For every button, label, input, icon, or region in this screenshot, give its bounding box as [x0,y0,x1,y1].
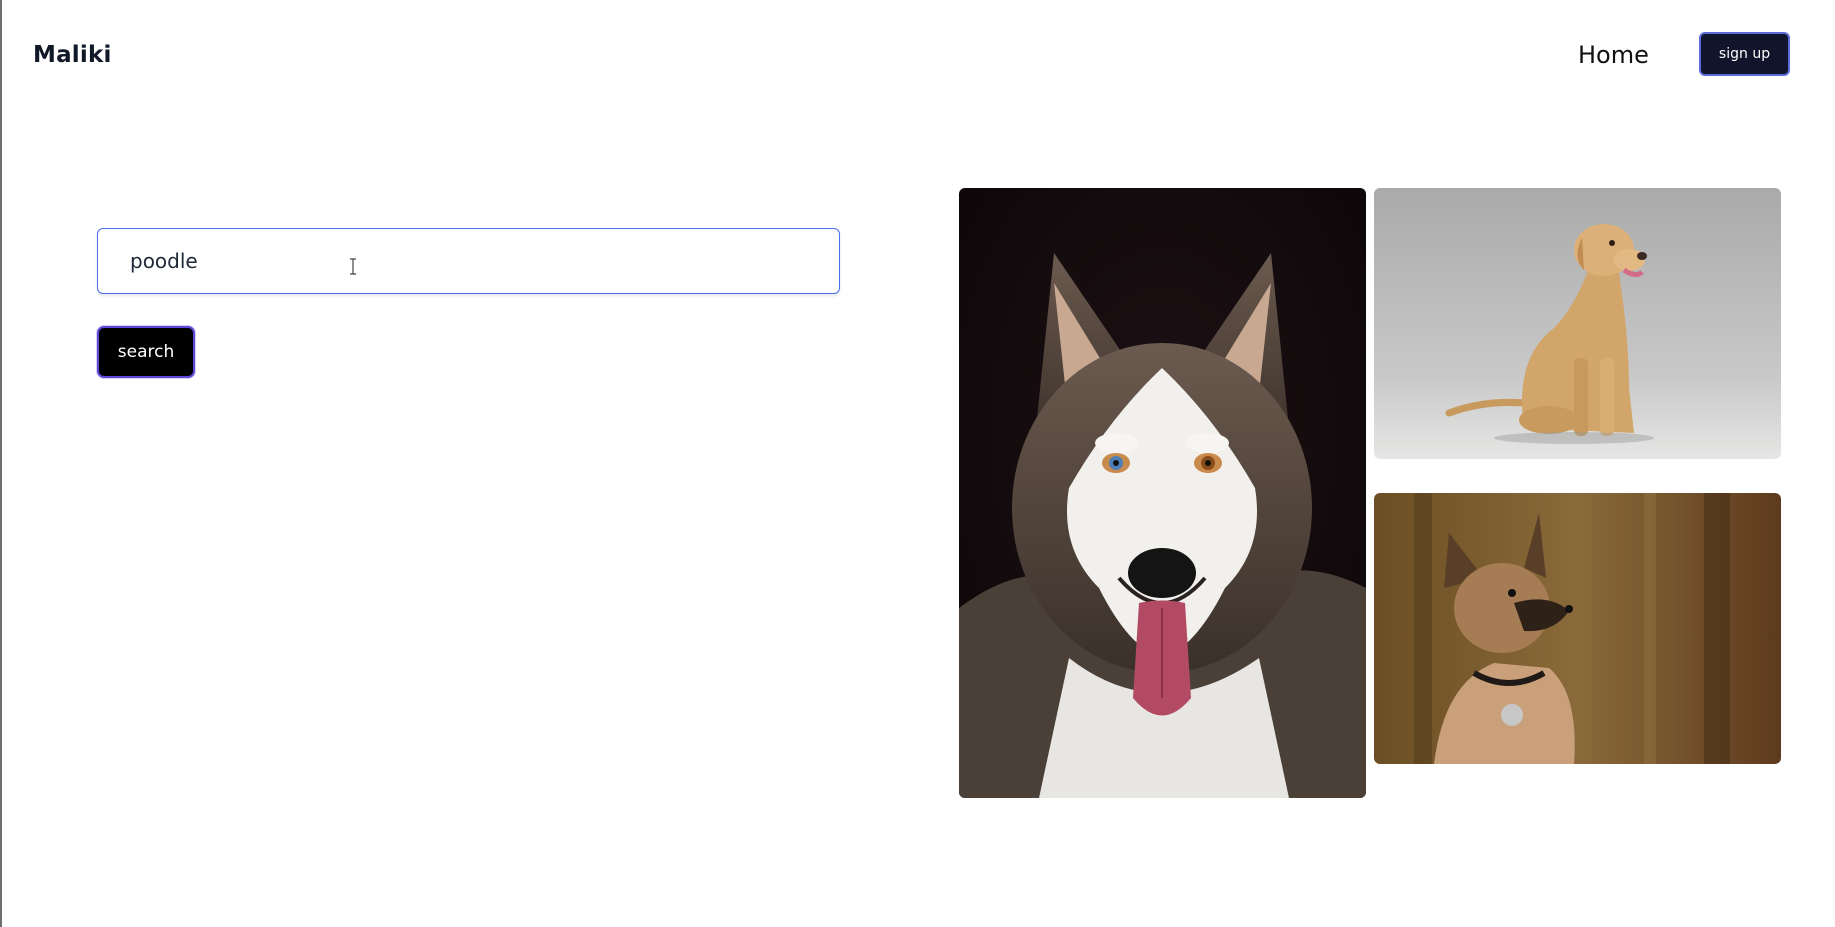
text-cursor-icon [349,258,356,275]
husky-photo [959,188,1366,798]
window-edge [0,0,2,927]
malinois-puppy-photo [1374,493,1781,764]
brand-logo[interactable]: Maliki [33,42,112,68]
search-button[interactable]: search [97,326,195,378]
nav-home-link[interactable]: Home [1578,41,1649,69]
page: Maliki Home sign up search [0,0,1835,927]
signup-button[interactable]: sign up [1699,32,1790,76]
labrador-photo [1374,188,1781,459]
search-input[interactable] [97,228,840,294]
